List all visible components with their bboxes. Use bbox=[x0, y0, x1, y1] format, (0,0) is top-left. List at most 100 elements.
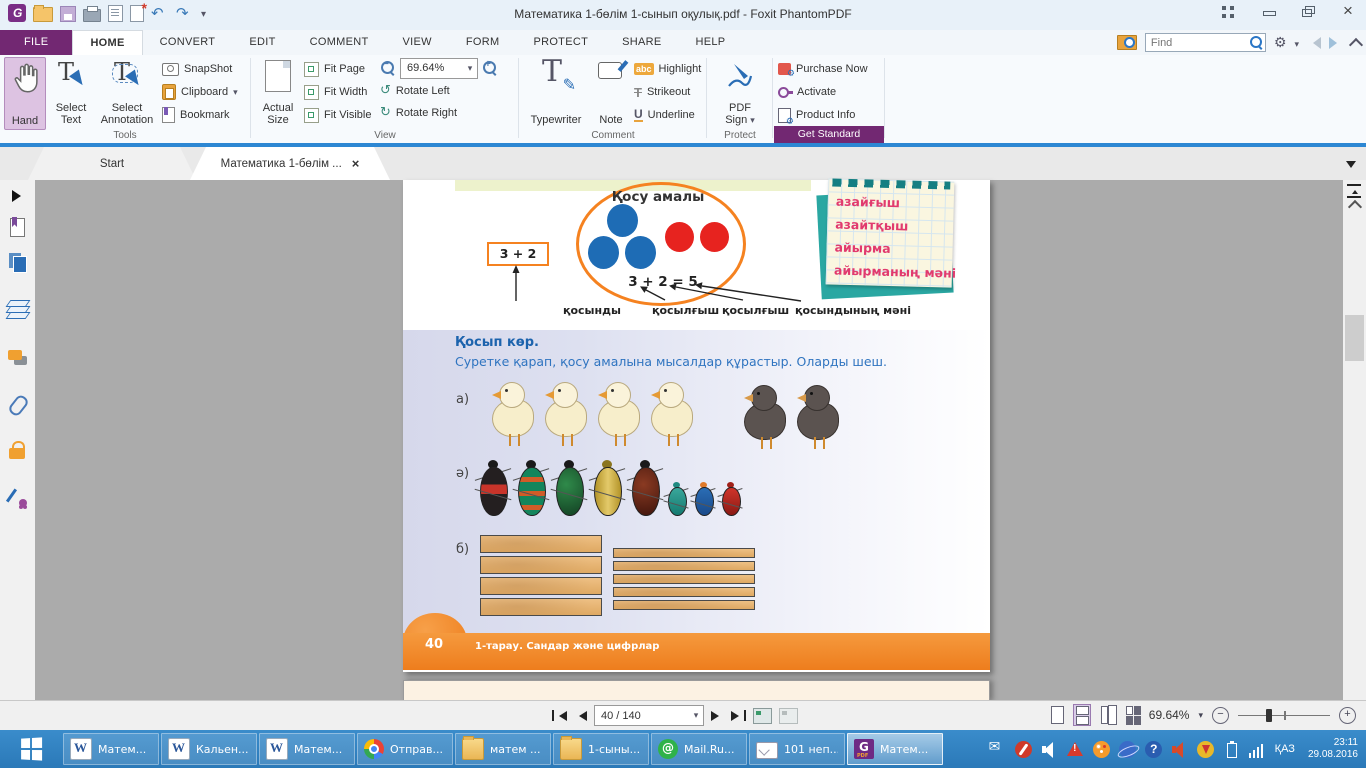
scroll-up-icon[interactable] bbox=[1348, 200, 1362, 214]
typewriter-button[interactable]: Typewriter bbox=[523, 57, 589, 128]
next-view-icon[interactable] bbox=[779, 708, 798, 724]
taskbar-app[interactable]: Отправ... bbox=[357, 733, 453, 765]
ribbon-tab[interactable]: PROTECT bbox=[516, 30, 605, 55]
tray-icon[interactable] bbox=[1067, 741, 1084, 758]
page-combo-caret-icon[interactable]: ▾ bbox=[689, 710, 703, 721]
bookmark-button[interactable]: Bookmark bbox=[162, 104, 238, 126]
previous-page-button[interactable] bbox=[574, 711, 587, 721]
zoom-slider-thumb[interactable] bbox=[1266, 709, 1272, 722]
tab-document[interactable]: Математика 1-бөлім ...× bbox=[190, 147, 390, 180]
rotate-right-button[interactable]: ↻Rotate Right bbox=[380, 102, 457, 124]
zoom-out-button[interactable]: − bbox=[1212, 707, 1229, 724]
zoom-in-button[interactable]: + bbox=[1339, 707, 1356, 724]
tray-icon[interactable] bbox=[1119, 741, 1136, 758]
taskbar-app[interactable]: 101 неп... bbox=[749, 733, 845, 765]
ribbon-tab[interactable]: CONVERT bbox=[143, 30, 233, 55]
tray-icon[interactable] bbox=[1145, 741, 1162, 758]
save-icon[interactable] bbox=[60, 6, 76, 22]
taskbar-app[interactable]: 1-сыны... bbox=[553, 733, 649, 765]
taskbar-app[interactable]: Mail.Ru... bbox=[651, 733, 747, 765]
print-icon[interactable] bbox=[83, 9, 101, 22]
select-annotation-button[interactable]: Select Annotation bbox=[96, 57, 158, 128]
gear-icon[interactable] bbox=[1274, 34, 1287, 52]
clock[interactable]: 23:11 29.08.2016 bbox=[1304, 737, 1358, 761]
taskbar-app[interactable]: Матем... bbox=[63, 733, 159, 765]
purchase-now-button[interactable]: Purchase Now bbox=[778, 58, 868, 80]
hand-tool-button[interactable]: Hand bbox=[4, 57, 46, 130]
tray-icon[interactable] bbox=[989, 741, 1006, 758]
split-view-icon[interactable] bbox=[1347, 184, 1361, 198]
pages-icon[interactable] bbox=[8, 252, 28, 272]
restore-icon[interactable] bbox=[1302, 6, 1316, 18]
product-info-button[interactable]: Product Info bbox=[778, 104, 868, 126]
new-doc-icon[interactable] bbox=[130, 5, 144, 22]
ribbon-tab[interactable]: HELP bbox=[679, 30, 743, 55]
clipboard-dropdown-icon[interactable] bbox=[233, 86, 238, 98]
tray-icon[interactable] bbox=[1093, 741, 1110, 758]
zoom-level-combo[interactable]: 69.64%▾ bbox=[400, 58, 478, 79]
redo-icon[interactable] bbox=[176, 4, 194, 22]
email-doc-icon[interactable] bbox=[108, 5, 123, 22]
first-page-button[interactable] bbox=[552, 710, 567, 721]
taskbar-app[interactable]: Матем... bbox=[259, 733, 355, 765]
last-page-button[interactable] bbox=[731, 710, 746, 721]
undo-icon[interactable] bbox=[151, 4, 169, 22]
activate-button[interactable]: Activate bbox=[778, 81, 868, 103]
rotate-left-button[interactable]: ↺Rotate Left bbox=[380, 80, 450, 102]
minimize-icon[interactable] bbox=[1262, 6, 1276, 18]
single-page-icon[interactable] bbox=[1049, 705, 1065, 725]
open-folder-icon[interactable] bbox=[33, 7, 53, 22]
page-number-combo[interactable]: 40 / 140▾ bbox=[594, 705, 704, 726]
expand-panel-icon[interactable] bbox=[12, 190, 27, 202]
continuous-facing-icon[interactable] bbox=[1124, 705, 1140, 725]
zoom-out-icon[interactable]: − bbox=[380, 60, 396, 76]
screen-grid-icon[interactable] bbox=[1222, 6, 1236, 18]
ribbon-tab[interactable]: FILE bbox=[0, 30, 72, 55]
find-next-icon[interactable] bbox=[1329, 37, 1343, 49]
comments-icon[interactable] bbox=[8, 350, 28, 370]
find-previous-icon[interactable] bbox=[1307, 37, 1321, 49]
clipboard-button[interactable]: Clipboard bbox=[162, 81, 238, 103]
scrollbar-thumb[interactable] bbox=[1345, 315, 1364, 361]
tray-icon[interactable] bbox=[1249, 741, 1266, 758]
language-indicator[interactable]: ҚАЗ bbox=[1275, 743, 1295, 755]
app-logo-icon[interactable] bbox=[8, 4, 26, 22]
taskbar-app[interactable]: матем ... bbox=[455, 733, 551, 765]
strikeout-button[interactable]: Strikeout bbox=[634, 81, 701, 103]
start-button[interactable] bbox=[0, 730, 62, 768]
tray-icon[interactable] bbox=[1197, 741, 1214, 758]
find-input[interactable] bbox=[1145, 33, 1266, 52]
zoom-slider[interactable] bbox=[1238, 708, 1330, 723]
taskbar-app[interactable]: Матем... bbox=[847, 733, 943, 765]
security-icon[interactable] bbox=[8, 440, 28, 460]
note-button[interactable]: Note bbox=[592, 57, 630, 128]
tray-icon[interactable] bbox=[1223, 741, 1240, 758]
highlight-button[interactable]: Highlight bbox=[634, 58, 701, 80]
ribbon-tab[interactable]: VIEW bbox=[386, 30, 449, 55]
ribbon-tab[interactable]: COMMENT bbox=[293, 30, 386, 55]
search-folder-icon[interactable] bbox=[1117, 35, 1137, 50]
underline-button[interactable]: Underline bbox=[634, 104, 701, 126]
ribbon-tab[interactable]: HOME bbox=[72, 30, 142, 55]
signature-icon[interactable] bbox=[8, 487, 28, 507]
continuous-icon[interactable] bbox=[1074, 705, 1090, 725]
collapse-ribbon-icon[interactable] bbox=[1349, 37, 1363, 51]
ribbon-tab[interactable]: FORM bbox=[449, 30, 517, 55]
tab-list-dropdown-icon[interactable] bbox=[1346, 161, 1356, 173]
vertical-scrollbar[interactable] bbox=[1343, 180, 1366, 700]
search-icon[interactable] bbox=[1250, 36, 1262, 48]
tab-start[interactable]: Start bbox=[28, 147, 196, 180]
bookmarks-icon[interactable] bbox=[8, 218, 28, 238]
taskbar-app[interactable]: Кальен... bbox=[161, 733, 257, 765]
document-canvas[interactable]: азайғышазайтқышайырмаайырманың мәні Қосу… bbox=[35, 180, 1343, 700]
status-zoom-caret-icon[interactable]: ▾ bbox=[1198, 710, 1203, 721]
tray-icon[interactable] bbox=[1015, 741, 1032, 758]
attachments-icon[interactable] bbox=[8, 395, 28, 415]
gear-dropdown-icon[interactable] bbox=[1294, 34, 1299, 52]
ribbon-tab[interactable]: EDIT bbox=[232, 30, 292, 55]
tray-icon[interactable] bbox=[1041, 741, 1058, 758]
pdf-sign-dropdown-icon[interactable] bbox=[750, 114, 755, 126]
fit-width-button[interactable]: Fit Width bbox=[304, 81, 371, 103]
tray-icon[interactable] bbox=[1171, 741, 1188, 758]
facing-icon[interactable] bbox=[1099, 705, 1115, 725]
